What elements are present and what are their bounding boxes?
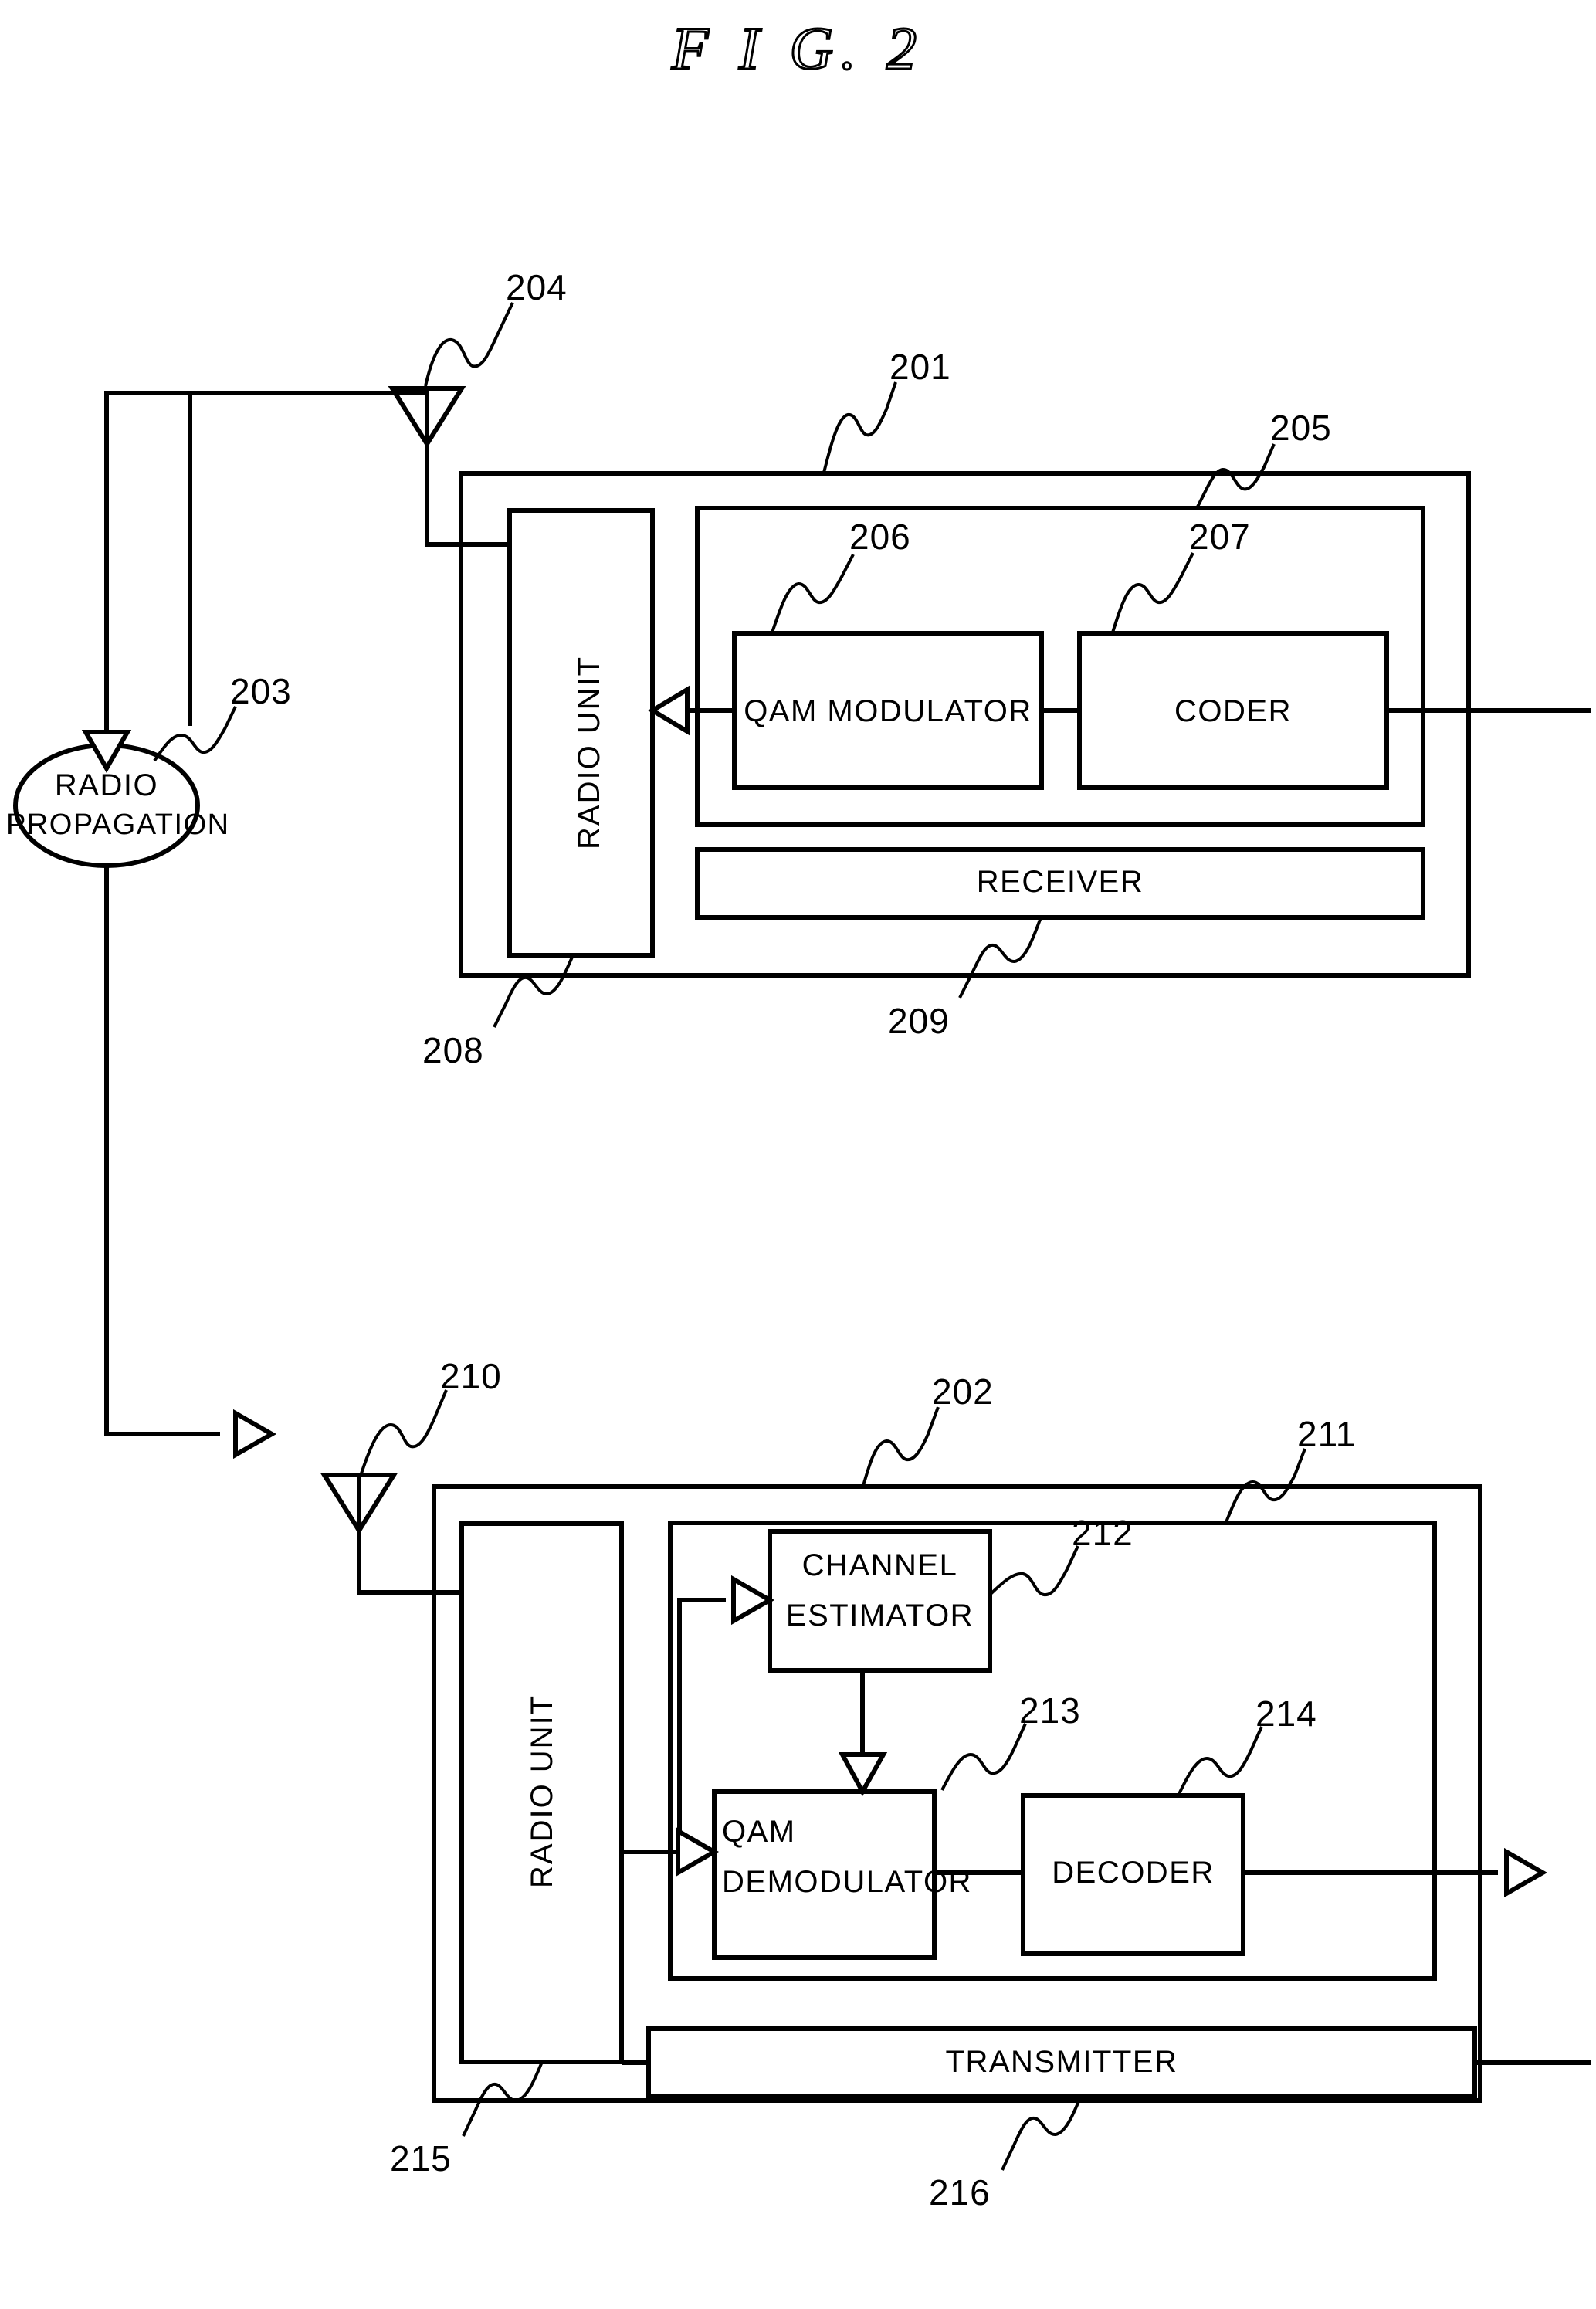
leader-203 — [153, 706, 237, 762]
leader-216 — [1001, 2095, 1083, 2171]
ref-numeral-202: 202 — [932, 1371, 994, 1412]
leader-208 — [493, 954, 574, 1028]
leader-207 — [1111, 552, 1194, 633]
channel-estimator-label-line1: CHANNEL — [801, 1548, 958, 1582]
arrowhead-estimator-to-demodulator — [838, 1752, 888, 1797]
ref-numeral-204: 204 — [506, 267, 568, 307]
leader-209 — [958, 917, 1042, 999]
ref-numeral-207: 207 — [1189, 517, 1251, 557]
wire-antenna204-to-propagation — [188, 391, 427, 726]
wire-antenna210-to-radio-unit — [357, 1531, 462, 1595]
arrowhead-to-antenna-210 — [233, 1409, 277, 1460]
leader-212 — [989, 1545, 1079, 1597]
wire-radio-unit-to-channel-estimator — [622, 1598, 726, 1854]
ref-numeral-214: 214 — [1255, 1694, 1317, 1734]
wire-propagation-to-antenna210 — [104, 866, 220, 1436]
leader-210 — [360, 1389, 448, 1474]
leader-205 — [1195, 443, 1276, 509]
wire-radio-unit-to-antenna-204 — [425, 421, 510, 547]
leader-204 — [424, 302, 514, 387]
ref-numeral-213: 213 — [1019, 1690, 1081, 1731]
receiver-label: RECEIVER — [976, 865, 1144, 899]
leader-202 — [862, 1406, 940, 1487]
ref-numeral-210: 210 — [440, 1356, 502, 1396]
ref-numeral-211: 211 — [1297, 1414, 1357, 1454]
arrowhead-qam-to-radio-unit — [648, 685, 690, 736]
ref-numeral-205: 205 — [1270, 408, 1332, 448]
ref-numeral-201: 201 — [889, 347, 951, 387]
leader-213 — [940, 1723, 1027, 1791]
leader-206 — [771, 554, 855, 633]
ref-numeral-209: 209 — [888, 1001, 950, 1041]
ref-numeral-212: 212 — [1072, 1513, 1133, 1553]
leader-214 — [1178, 1726, 1263, 1795]
arrowhead-to-qam-demodulator — [676, 1826, 720, 1877]
radio-propagation-label-line2: PROPAGATION — [6, 809, 230, 841]
qam-modulator-label: QAM MODULATOR — [744, 694, 1032, 728]
ref-numeral-216: 216 — [929, 2172, 991, 2212]
ref-numeral-215: 215 — [390, 2138, 452, 2178]
coder-label: CODER — [1174, 694, 1292, 728]
ref-numeral-203: 203 — [230, 671, 292, 711]
qam-demodulator-label-line2: DEMODULATOR — [722, 1865, 972, 1899]
transmitter-inner-box-205 — [695, 506, 1425, 827]
patent-figure-diagram — [13, 302, 1591, 2171]
ref-numeral-206: 206 — [849, 517, 911, 557]
ref-numeral-208: 208 — [422, 1030, 484, 1070]
decoder-label: DECODER — [1052, 1856, 1215, 1890]
arrowhead-decoder-output — [1504, 1847, 1548, 1898]
arrowhead-to-channel-estimator — [731, 1575, 775, 1626]
radio-propagation-label-line1: RADIO — [54, 768, 159, 802]
qam-demodulator-label-line1: QAM — [722, 1815, 796, 1849]
radio-unit-tx-label: RADIO UNIT — [572, 655, 606, 849]
leader-201 — [822, 381, 897, 473]
channel-estimator-label-line2: ESTIMATOR — [785, 1599, 974, 1633]
transmitter-label: TRANSMITTER — [945, 2045, 1178, 2079]
radio-unit-rx-label: RADIO UNIT — [525, 1694, 559, 1888]
